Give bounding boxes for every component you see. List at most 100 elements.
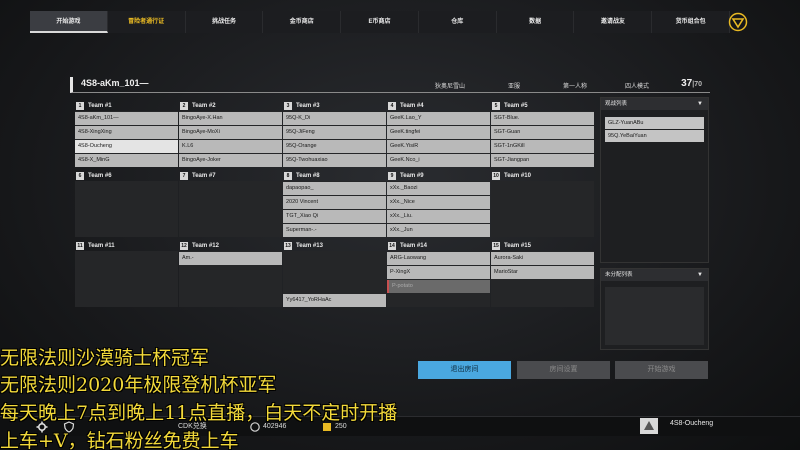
empty-slot[interactable] bbox=[75, 196, 178, 209]
player-slot[interactable]: TGT_Xiao Qi bbox=[283, 210, 386, 223]
team-header[interactable]: 5 Team #5 bbox=[491, 101, 594, 111]
empty-slot[interactable] bbox=[387, 294, 490, 307]
empty-slot[interactable] bbox=[75, 266, 178, 279]
empty-slot[interactable] bbox=[283, 266, 386, 279]
tab-ecoin-shop[interactable]: E币商店 bbox=[341, 11, 419, 33]
empty-slot[interactable] bbox=[75, 280, 178, 293]
team-header[interactable]: 12 Team #12 bbox=[179, 241, 282, 251]
tab-challenges[interactable]: 挑战任务 bbox=[185, 11, 264, 33]
empty-slot[interactable] bbox=[179, 196, 282, 209]
player-slot[interactable]: GeeK.Nco_i bbox=[387, 154, 490, 167]
empty-slot[interactable] bbox=[491, 280, 594, 293]
team-number-badge: 15 bbox=[492, 242, 500, 250]
player-slot[interactable]: dapaopao_ bbox=[283, 182, 386, 195]
empty-slot[interactable] bbox=[75, 252, 178, 265]
tab-bundles[interactable]: 货币组合包 bbox=[652, 11, 731, 33]
empty-slot[interactable] bbox=[491, 294, 594, 307]
empty-slot[interactable] bbox=[283, 280, 386, 293]
player-slot[interactable]: GeeK.YisiR bbox=[387, 140, 490, 153]
observer-panel-title[interactable]: 观战列表 ▼ bbox=[601, 98, 708, 110]
team-header[interactable]: 8 Team #8 bbox=[283, 171, 386, 181]
player-slot[interactable]: 4S8-XingXing bbox=[75, 126, 178, 139]
empty-slot[interactable] bbox=[75, 210, 178, 223]
player-slot[interactable]: 4S8-X_MinG bbox=[75, 154, 178, 167]
player-slot[interactable]: xXx._Baozi bbox=[387, 182, 490, 195]
top-nav: 开始游戏 冒险者通行证 挑战任务 金币商店 E币商店 仓库 数据 邀请战友 货币… bbox=[30, 11, 731, 33]
observer-item[interactable]: 95Q.YeBaiYuan bbox=[605, 130, 704, 142]
player-slot[interactable]: P-XingX bbox=[387, 266, 490, 279]
team-header[interactable]: 14 Team #14 bbox=[387, 241, 490, 251]
exit-room-button[interactable]: 退出房间 bbox=[418, 361, 511, 379]
team-header[interactable]: 9 Team #9 bbox=[387, 171, 490, 181]
empty-slot[interactable] bbox=[75, 182, 178, 195]
player-slot[interactable]: 2020 Vincent bbox=[283, 196, 386, 209]
player-slot[interactable]: ARG-Laowang bbox=[387, 252, 490, 265]
tab-coin-shop[interactable]: 金币商店 bbox=[263, 11, 342, 33]
empty-slot[interactable] bbox=[491, 196, 594, 209]
player-slot[interactable]: xXx._Nice bbox=[387, 196, 490, 209]
player-slot[interactable]: xXx._Jun bbox=[387, 224, 490, 237]
tab-data[interactable]: 数据 bbox=[496, 11, 575, 33]
empty-slot[interactable] bbox=[491, 182, 594, 195]
player-slot[interactable]: Yy6417_YoRHaAc bbox=[283, 294, 386, 307]
player-slot[interactable]: 4S8-aKm_101— bbox=[75, 112, 178, 125]
team-header[interactable]: 3 Team #3 bbox=[283, 101, 386, 111]
room-settings-button[interactable]: 房间设置 bbox=[517, 361, 610, 379]
team-header[interactable]: 2 Team #2 bbox=[179, 101, 282, 111]
triangle-logo-icon[interactable] bbox=[728, 12, 748, 32]
tab-start-game[interactable]: 开始游戏 bbox=[30, 11, 108, 33]
empty-slot[interactable] bbox=[179, 182, 282, 195]
empty-slot[interactable] bbox=[179, 266, 282, 279]
avatar[interactable] bbox=[640, 418, 658, 434]
team-number-badge: 5 bbox=[492, 102, 500, 110]
team-header[interactable]: 15 Team #15 bbox=[491, 241, 594, 251]
player-slot[interactable]: BingoAye-X.Han bbox=[179, 112, 282, 125]
team-header[interactable]: 7 Team #7 bbox=[179, 171, 282, 181]
tab-invite[interactable]: 邀请战友 bbox=[574, 11, 653, 33]
player-slot[interactable]: GeeK.Lao_Y bbox=[387, 112, 490, 125]
player-slot[interactable]: 4S8-Oucheng bbox=[75, 140, 178, 153]
unassigned-title-text: 未分配列表 bbox=[605, 272, 633, 278]
player-slot[interactable]: SGT-Jiangpan bbox=[491, 154, 594, 167]
player-slot[interactable]: xXx._Liu. bbox=[387, 210, 490, 223]
player-slot[interactable]: Am.- bbox=[179, 252, 282, 265]
empty-slot[interactable] bbox=[179, 294, 282, 307]
empty-slot[interactable] bbox=[491, 224, 594, 237]
player-slot[interactable]: K.L6 bbox=[179, 140, 282, 153]
player-slot[interactable]: BingoAye-Joker bbox=[179, 154, 282, 167]
empty-slot[interactable] bbox=[179, 280, 282, 293]
empty-slot[interactable] bbox=[179, 224, 282, 237]
player-slot[interactable]: 95Q-Orange bbox=[283, 140, 386, 153]
team-14: 14 Team #14 ARG-Laowang P-XingX P-potato bbox=[387, 241, 490, 307]
player-slot[interactable]: Superman-.- bbox=[283, 224, 386, 237]
player-slot[interactable]: SGT-1nGKill bbox=[491, 140, 594, 153]
empty-slot[interactable] bbox=[283, 252, 386, 265]
player-slot[interactable]: BingoAye-MoXi bbox=[179, 126, 282, 139]
team-header[interactable]: 1 Team #1 bbox=[75, 101, 178, 111]
unassigned-panel-title[interactable]: 未分配列表 ▼ bbox=[601, 269, 708, 281]
unassigned-panel: 未分配列表 ▼ bbox=[600, 268, 709, 350]
empty-slot[interactable] bbox=[75, 224, 178, 237]
player-slot[interactable]: Aurora-Saki bbox=[491, 252, 594, 265]
team-header[interactable]: 4 Team #4 bbox=[387, 101, 490, 111]
player-slot[interactable]: SGT-Blue. bbox=[491, 112, 594, 125]
team-header[interactable]: 6 Team #6 bbox=[75, 171, 178, 181]
player-slot[interactable]: GeeK.tingfei bbox=[387, 126, 490, 139]
start-game-button[interactable]: 开始游戏 bbox=[615, 361, 708, 379]
player-slot[interactable]: SGT-Guan bbox=[491, 126, 594, 139]
tab-warehouse[interactable]: 仓库 bbox=[418, 11, 497, 33]
player-slot[interactable]: 95Q-K_Di bbox=[283, 112, 386, 125]
team-header[interactable]: 10 Team #10 bbox=[491, 171, 594, 181]
team-header[interactable]: 11 Team #11 bbox=[75, 241, 178, 251]
empty-slot[interactable] bbox=[179, 210, 282, 223]
tab-adventure-pass[interactable]: 冒险者通行证 bbox=[107, 11, 186, 33]
player-slot[interactable]: P-potato bbox=[387, 280, 490, 293]
player-slot[interactable]: 95Q-Twohuaxiao bbox=[283, 154, 386, 167]
player-name[interactable]: 4S8-Oucheng bbox=[670, 420, 713, 427]
empty-slot[interactable] bbox=[491, 210, 594, 223]
observer-item[interactable]: GLZ-YuanABu bbox=[605, 117, 704, 129]
empty-slot[interactable] bbox=[75, 294, 178, 307]
player-slot[interactable]: MarioStar bbox=[491, 266, 594, 279]
player-slot[interactable]: 95Q-JiFeng bbox=[283, 126, 386, 139]
team-header[interactable]: 13 Team #13 bbox=[283, 241, 386, 251]
